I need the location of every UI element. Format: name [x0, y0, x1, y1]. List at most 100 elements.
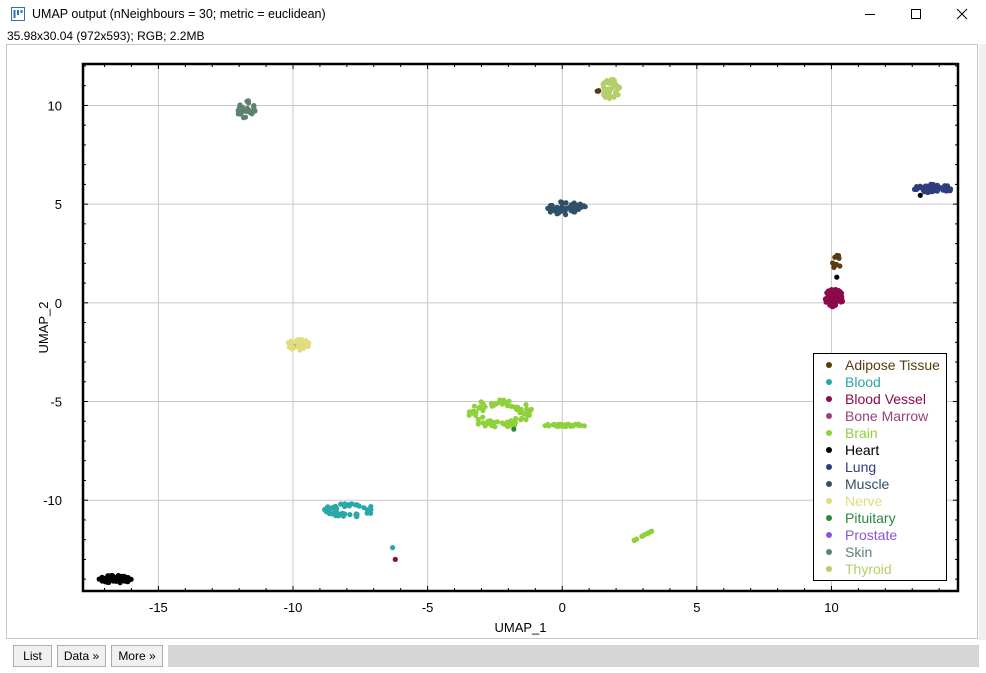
status-field: [168, 645, 979, 667]
point-brain: [504, 419, 510, 425]
point-brain: [523, 417, 529, 423]
point-blood: [324, 505, 330, 511]
point-lung: [932, 186, 939, 192]
point-muscle: [577, 201, 583, 207]
y-tick-label: -10: [43, 493, 62, 508]
legend-marker: [826, 430, 832, 436]
x-tick-label: 0: [559, 600, 566, 615]
point-lung: [940, 185, 946, 191]
point-nerve: [302, 338, 308, 344]
umap-window: UMAP output (nNeighbours = 30; metric = …: [0, 0, 986, 673]
legend-label: Blood: [845, 374, 881, 390]
point-lung: [912, 186, 918, 192]
point-blood: [354, 502, 360, 508]
point-blood-vessel: [832, 292, 838, 298]
point-muscle: [566, 205, 572, 211]
point-blood-vessel: [839, 294, 845, 300]
y-tick-label: 5: [55, 197, 62, 212]
legend-marker: [826, 379, 832, 385]
point-thyroid: [605, 91, 612, 97]
legend-marker: [826, 515, 832, 521]
point-brain: [575, 422, 582, 428]
point-brain: [480, 401, 486, 407]
point-adipose-tissue: [595, 88, 602, 94]
point-lung: [917, 183, 923, 189]
point-brain: [491, 402, 497, 408]
legend-marker: [826, 464, 832, 470]
point-adipose-tissue: [832, 262, 838, 269]
point-nerve: [294, 337, 300, 343]
point-heart: [96, 576, 102, 582]
point-brain: [466, 412, 472, 418]
close-button[interactable]: [939, 0, 985, 28]
point-brain: [470, 408, 477, 414]
point-skin: [250, 108, 256, 114]
legend-marker: [826, 413, 832, 419]
point-muscle: [548, 207, 554, 214]
x-tick-label: 10: [824, 600, 838, 615]
legend-label: Muscle: [845, 476, 890, 492]
point-brain: [494, 419, 500, 425]
point-brain: [648, 528, 654, 534]
point-blood: [354, 514, 360, 520]
point-muscle: [554, 211, 560, 217]
point-brain: [492, 424, 498, 430]
more-menu-button[interactable]: More »: [111, 645, 163, 667]
point-muscle: [570, 209, 577, 215]
x-tick-label: -15: [149, 600, 168, 615]
point-skin: [244, 105, 250, 111]
legend-label: Blood Vessel: [845, 391, 926, 407]
point-blood: [340, 511, 346, 517]
point-heart: [101, 576, 107, 582]
chart-legend: Adipose Tissue Blood Blood Vessel Bone Marr…: [813, 353, 947, 581]
data-menu-button[interactable]: Data »: [57, 645, 106, 667]
point-brain: [476, 405, 482, 411]
y-tick-label: 10: [48, 98, 62, 113]
point-blood-vessel: [829, 296, 835, 302]
maximize-icon: [911, 9, 921, 19]
point-muscle: [553, 206, 559, 212]
legend-marker: [826, 566, 832, 572]
legend-marker: [826, 447, 832, 453]
legend-label: Brain: [845, 425, 878, 441]
x-tick-label: -10: [284, 600, 303, 615]
point-muscle: [559, 205, 565, 211]
point-blood-vessel: [832, 302, 839, 308]
title-bar[interactable]: UMAP output (nNeighbours = 30; metric = …: [0, 0, 986, 28]
point-adipose-tissue: [837, 263, 843, 269]
point-brain: [508, 403, 514, 409]
point-brain: [475, 417, 481, 423]
app-icon: [11, 7, 25, 21]
bottom-toolbar: List Data » More »: [0, 640, 986, 673]
maximize-button[interactable]: [893, 0, 939, 28]
point-brain: [581, 423, 588, 429]
list-button[interactable]: List: [13, 645, 52, 667]
x-tick-label: -5: [422, 600, 434, 615]
close-icon: [956, 8, 968, 20]
point-heart: [917, 192, 923, 198]
legend-marker: [826, 498, 832, 504]
legend-label: Skin: [845, 544, 873, 560]
point-thyroid: [617, 84, 623, 91]
point-blood-vessel: [392, 556, 398, 563]
point-nerve: [290, 345, 296, 351]
point-muscle: [571, 201, 578, 208]
x-tick-label: 5: [693, 600, 700, 615]
point-thyroid: [608, 77, 614, 83]
x-axis-label: UMAP_1: [494, 620, 546, 635]
point-heart: [128, 576, 134, 583]
minimize-button[interactable]: [847, 0, 893, 28]
point-brain: [634, 536, 640, 542]
legend-label: Lung: [845, 459, 877, 475]
y-tick-label: -5: [50, 395, 62, 410]
point-heart: [106, 579, 112, 586]
point-blood-vessel: [822, 296, 829, 302]
point-blood-vessel: [833, 286, 839, 293]
image-info: 35.98x30.04 (972x593); RGB; 2.2MB: [7, 29, 205, 43]
point-adipose-tissue: [832, 254, 838, 260]
point-blood: [364, 507, 370, 513]
point-blood: [326, 511, 332, 517]
point-brain: [552, 423, 559, 429]
point-nerve: [289, 339, 295, 346]
point-blood: [330, 504, 337, 510]
